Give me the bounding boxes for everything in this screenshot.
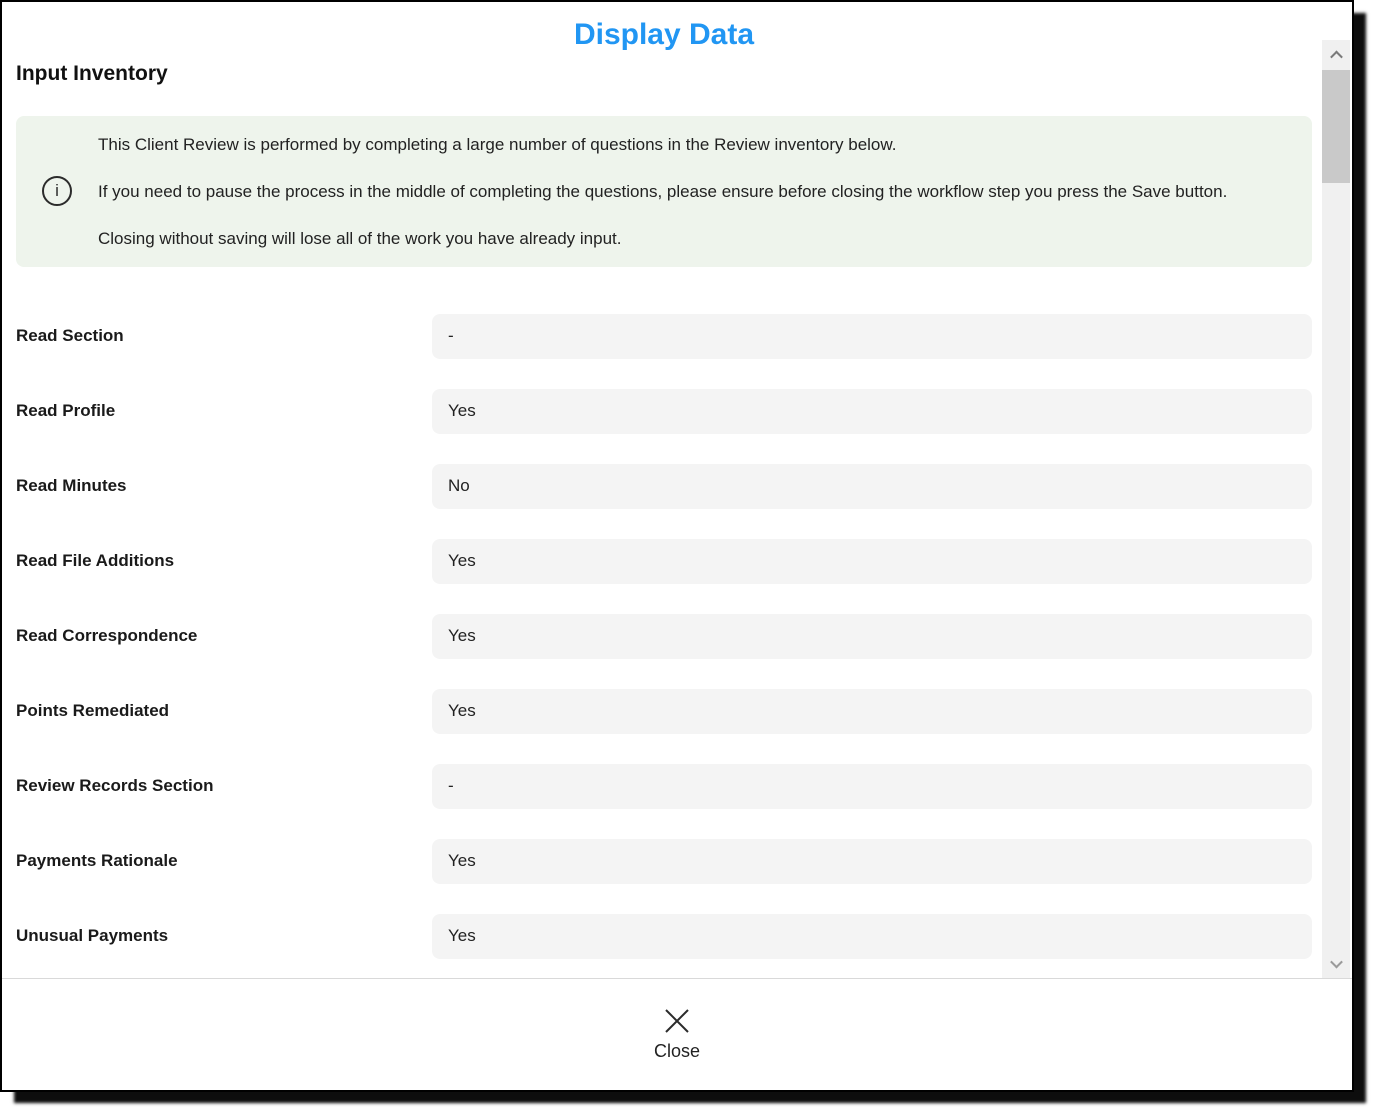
display-data-modal: Display Data Input Inventory i This Clie… <box>0 0 1354 1092</box>
chevron-up-icon <box>1330 50 1343 63</box>
info-circle-icon: i <box>42 176 72 206</box>
field-label: Unusual Payments <box>16 926 432 946</box>
page-title: Display Data <box>16 16 1312 54</box>
field-value: No <box>432 464 1312 509</box>
info-paragraph: Closing without saving will lose all of … <box>98 227 1288 250</box>
field-label: Review Records Section <box>16 776 432 796</box>
info-paragraph: If you need to pause the process in the … <box>98 180 1288 203</box>
scroll-down-button[interactable] <box>1322 948 1350 978</box>
close-button[interactable]: Close <box>644 1002 710 1067</box>
field-row: Read File Additions Yes <box>16 539 1312 584</box>
field-value: Yes <box>432 389 1312 434</box>
field-row: Unusual Payments Yes <box>16 914 1312 959</box>
modal-content: Display Data Input Inventory i This Clie… <box>2 16 1326 959</box>
field-row: Points Remediated Yes <box>16 689 1312 734</box>
field-row: Review Records Section - <box>16 764 1312 809</box>
field-label: Read Section <box>16 326 432 346</box>
field-value: Yes <box>432 914 1312 959</box>
field-list: Read Section - Read Profile Yes Read Min… <box>16 314 1312 959</box>
field-value: Yes <box>432 689 1312 734</box>
field-row: Read Profile Yes <box>16 389 1312 434</box>
field-value: Yes <box>432 839 1312 884</box>
scroll-up-button[interactable] <box>1322 40 1350 70</box>
chevron-down-icon <box>1330 955 1343 968</box>
info-paragraph: This Client Review is performed by compl… <box>98 133 1288 156</box>
field-label: Read Minutes <box>16 476 432 496</box>
field-label: Payments Rationale <box>16 851 432 871</box>
field-value: Yes <box>432 614 1312 659</box>
info-text: This Client Review is performed by compl… <box>98 133 1288 250</box>
field-value: - <box>432 764 1312 809</box>
modal-scroll-area: Display Data Input Inventory i This Clie… <box>2 2 1352 978</box>
field-value: - <box>432 314 1312 359</box>
scrollbar-thumb[interactable] <box>1322 70 1350 183</box>
x-icon <box>662 1006 692 1036</box>
field-value: Yes <box>432 539 1312 584</box>
close-button-label: Close <box>654 1041 700 1063</box>
field-row: Read Minutes No <box>16 464 1312 509</box>
field-label: Points Remediated <box>16 701 432 721</box>
field-row: Read Section - <box>16 314 1312 359</box>
section-heading: Input Inventory <box>16 60 1312 87</box>
vertical-scrollbar[interactable] <box>1322 40 1350 978</box>
modal-footer: Close <box>2 978 1352 1090</box>
field-label: Read Profile <box>16 401 432 421</box>
field-row: Payments Rationale Yes <box>16 839 1312 884</box>
field-row: Read Correspondence Yes <box>16 614 1312 659</box>
info-callout: i This Client Review is performed by com… <box>16 116 1312 267</box>
field-label: Read Correspondence <box>16 626 432 646</box>
field-label: Read File Additions <box>16 551 432 571</box>
